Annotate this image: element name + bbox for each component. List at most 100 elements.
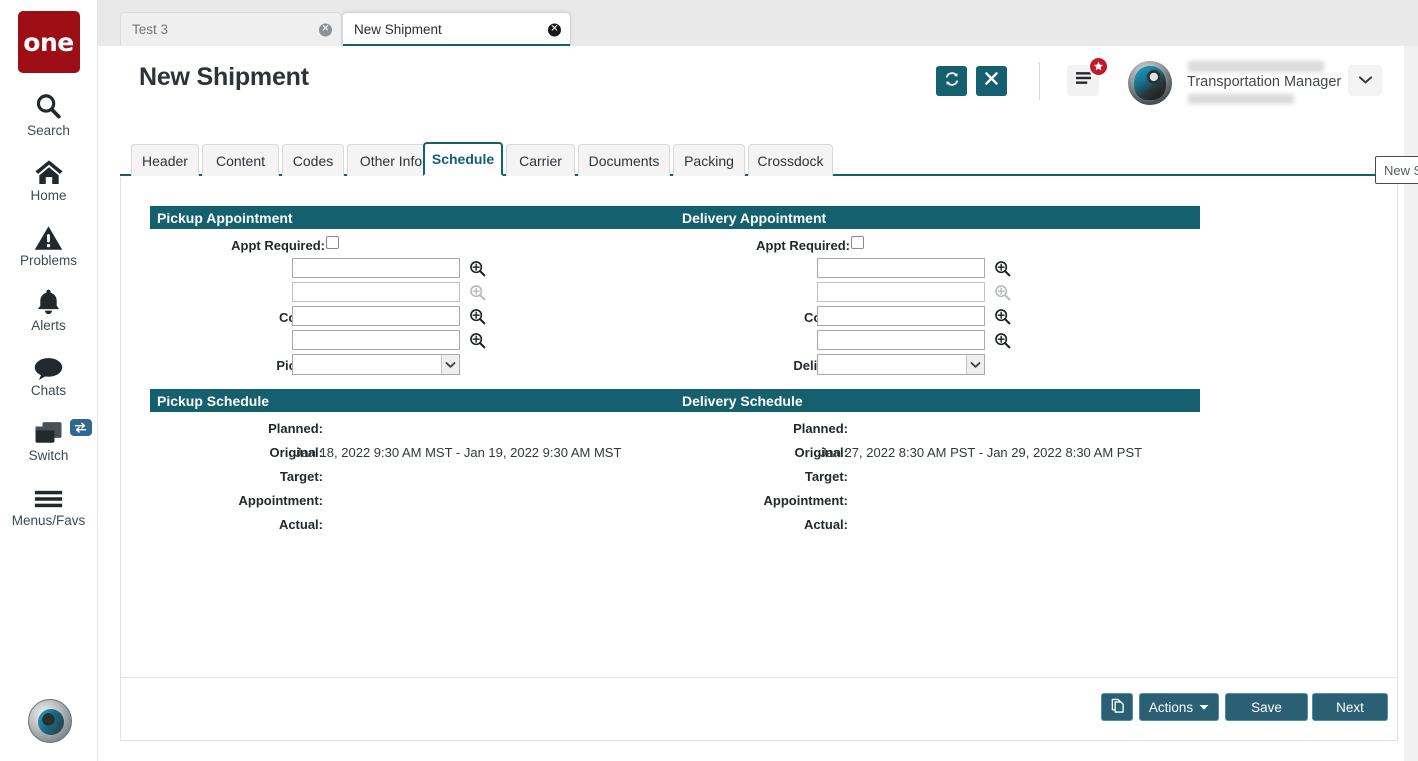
pickup-partner-profile-input[interactable] [292, 282, 460, 302]
sidebar-item-switch[interactable]: Switch [0, 415, 98, 463]
pickup-actual-label: Actual: [163, 512, 323, 536]
tab-content[interactable]: Content [202, 144, 279, 176]
user-avatar-icon [1134, 66, 1166, 100]
tab-label: Codes [293, 153, 333, 169]
exchange-arrows-icon[interactable] [70, 419, 92, 436]
pickup-appointment-label: Appointment: [163, 488, 323, 512]
sidebar-item-label: Problems [20, 253, 77, 268]
browser-tab-test-3[interactable]: Test 3 ✕ [120, 12, 342, 46]
refresh-button[interactable] [936, 66, 967, 96]
pickup-appt-code-input[interactable] [292, 330, 460, 350]
page-scrollbar[interactable] [1404, 46, 1418, 761]
close-x-icon [984, 71, 999, 91]
pickup-partner-input[interactable] [292, 258, 460, 278]
user-name-redacted [1188, 61, 1324, 72]
delivery-appt-code-magnifier-icon[interactable] [994, 332, 1011, 349]
delivery-partner-input[interactable] [817, 258, 985, 278]
pickup-planned-label: Planned: [163, 416, 323, 440]
delivery-schedule-section-header: Delivery Schedule [675, 389, 1200, 412]
close-circle-icon[interactable]: ✕ [548, 23, 561, 36]
delivery-partner-profile-input[interactable] [817, 282, 985, 302]
tab-header[interactable]: Header [131, 144, 199, 176]
delivery-appt-code-input[interactable] [817, 330, 985, 350]
delivery-partner-magnifier-icon[interactable] [994, 260, 1011, 277]
sidebar-user-avatar[interactable] [28, 699, 72, 743]
hamburger-icon [33, 480, 64, 511]
app-logo-text: one [23, 30, 73, 55]
chevron-down-icon [1358, 72, 1373, 90]
browser-tab-label: Test 3 [132, 22, 168, 37]
pickup-schedule-section-header: Pickup Schedule [150, 389, 675, 412]
delivery-commodity-code-magnifier-icon[interactable] [994, 308, 1011, 325]
chevron-down-icon[interactable] [441, 355, 459, 374]
delivery-partner-profile-row: Partner Profile: [675, 281, 1095, 305]
sidebar-item-problems[interactable]: Problems [0, 220, 98, 268]
app-logo[interactable]: one [18, 11, 80, 73]
pickup-appt-code-row: Appt Code: [150, 329, 570, 353]
delivery-appt-required-row: Appt Required: [675, 233, 995, 257]
sidebar-item-alerts[interactable]: Alerts [0, 285, 98, 333]
tab-codes[interactable]: Codes [282, 144, 344, 176]
header-user-block: Transportation Manager [1184, 59, 1328, 107]
pickup-commodity-code-input[interactable] [292, 306, 460, 326]
hamburger-menu-icon [1075, 71, 1092, 90]
pickup-appt-required-row: Appt Required: [150, 233, 470, 257]
sidebar-item-home[interactable]: Home [0, 155, 98, 203]
delivery-appointment-label: Appointment: [688, 488, 848, 512]
pickup-commodity-code-magnifier-icon[interactable] [469, 308, 486, 325]
actions-dropdown-button[interactable]: Actions [1139, 693, 1219, 721]
header-avatar[interactable] [1128, 61, 1172, 105]
tooltip-text: New Sh [1384, 163, 1418, 178]
delivery-appt-required-label: Appt Required: [705, 233, 850, 257]
copy-button[interactable] [1101, 693, 1133, 721]
delivery-appt-required-checkbox[interactable] [851, 236, 864, 249]
bell-icon [35, 285, 62, 316]
delivery-original-value: Jan 27, 2022 8:30 AM PST - Jan 29, 2022 … [820, 440, 1142, 464]
user-menu-dropdown-button[interactable] [1348, 65, 1382, 96]
pickup-partner-row: Partner: [150, 257, 570, 281]
tab-other-info[interactable]: Other Info [347, 144, 435, 176]
pickup-appointment-row: Appointment: [150, 488, 650, 512]
tab-schedule[interactable]: Schedule [423, 142, 503, 176]
sidebar-item-label: Home [30, 188, 66, 203]
sidebar-item-menus-favs[interactable]: Menus/Favs [0, 480, 98, 528]
pickup-appt-required-checkbox[interactable] [326, 236, 339, 249]
delivery-planned-label: Planned: [688, 416, 848, 440]
pickup-load-type-select[interactable] [292, 354, 460, 375]
pickup-partner-profile-row: Partner Profile: [150, 281, 570, 305]
delivery-partner-row: Partner: [675, 257, 1095, 281]
delivery-appointment-row: Appointment: [675, 488, 1195, 512]
tab-label: Content [216, 153, 265, 169]
pickup-original-value: Jan 18, 2022 9:30 AM MST - Jan 19, 2022 … [295, 440, 621, 464]
tab-label: Documents [589, 153, 660, 169]
warning-triangle-icon [34, 220, 63, 251]
page-title: New Shipment [139, 63, 309, 92]
pickup-load-type-row: Pickup Load Type: [150, 353, 570, 377]
delivery-actual-label: Actual: [688, 512, 848, 536]
next-button[interactable]: Next [1312, 693, 1388, 721]
close-circle-icon[interactable]: ✕ [319, 23, 332, 36]
tab-label: Other Info [360, 153, 422, 169]
app-root: one Search Home Problems Alerts [0, 0, 1418, 761]
save-button[interactable]: Save [1225, 693, 1308, 721]
pickup-original-row: Original: Jan 18, 2022 9:30 AM MST - Jan… [150, 440, 650, 464]
tab-documents[interactable]: Documents [578, 144, 670, 176]
sidebar-item-chats[interactable]: Chats [0, 350, 98, 398]
tab-carrier[interactable]: Carrier [506, 144, 575, 176]
pickup-appt-code-magnifier-icon[interactable] [469, 332, 486, 349]
pickup-partner-magnifier-icon[interactable] [469, 260, 486, 277]
refresh-icon [944, 71, 960, 92]
delivery-target-row: Target: [675, 464, 1195, 488]
user-avatar-icon [38, 709, 64, 735]
form-tab-bar: Header Content Codes Other Info Schedule… [120, 144, 1398, 176]
delivery-original-row: Original: Jan 27, 2022 8:30 AM PST - Jan… [675, 440, 1195, 464]
tab-packing[interactable]: Packing [673, 144, 745, 176]
delivery-planned-row: Planned: [675, 416, 1195, 440]
sidebar-item-search[interactable]: Search [0, 90, 98, 138]
browser-tab-new-shipment[interactable]: New Shipment ✕ [342, 12, 571, 46]
close-button[interactable] [976, 66, 1007, 96]
chevron-down-icon[interactable] [966, 355, 984, 374]
delivery-load-type-select[interactable] [817, 354, 985, 375]
tab-crossdock[interactable]: Crossdock [748, 144, 833, 176]
delivery-commodity-code-input[interactable] [817, 306, 985, 326]
